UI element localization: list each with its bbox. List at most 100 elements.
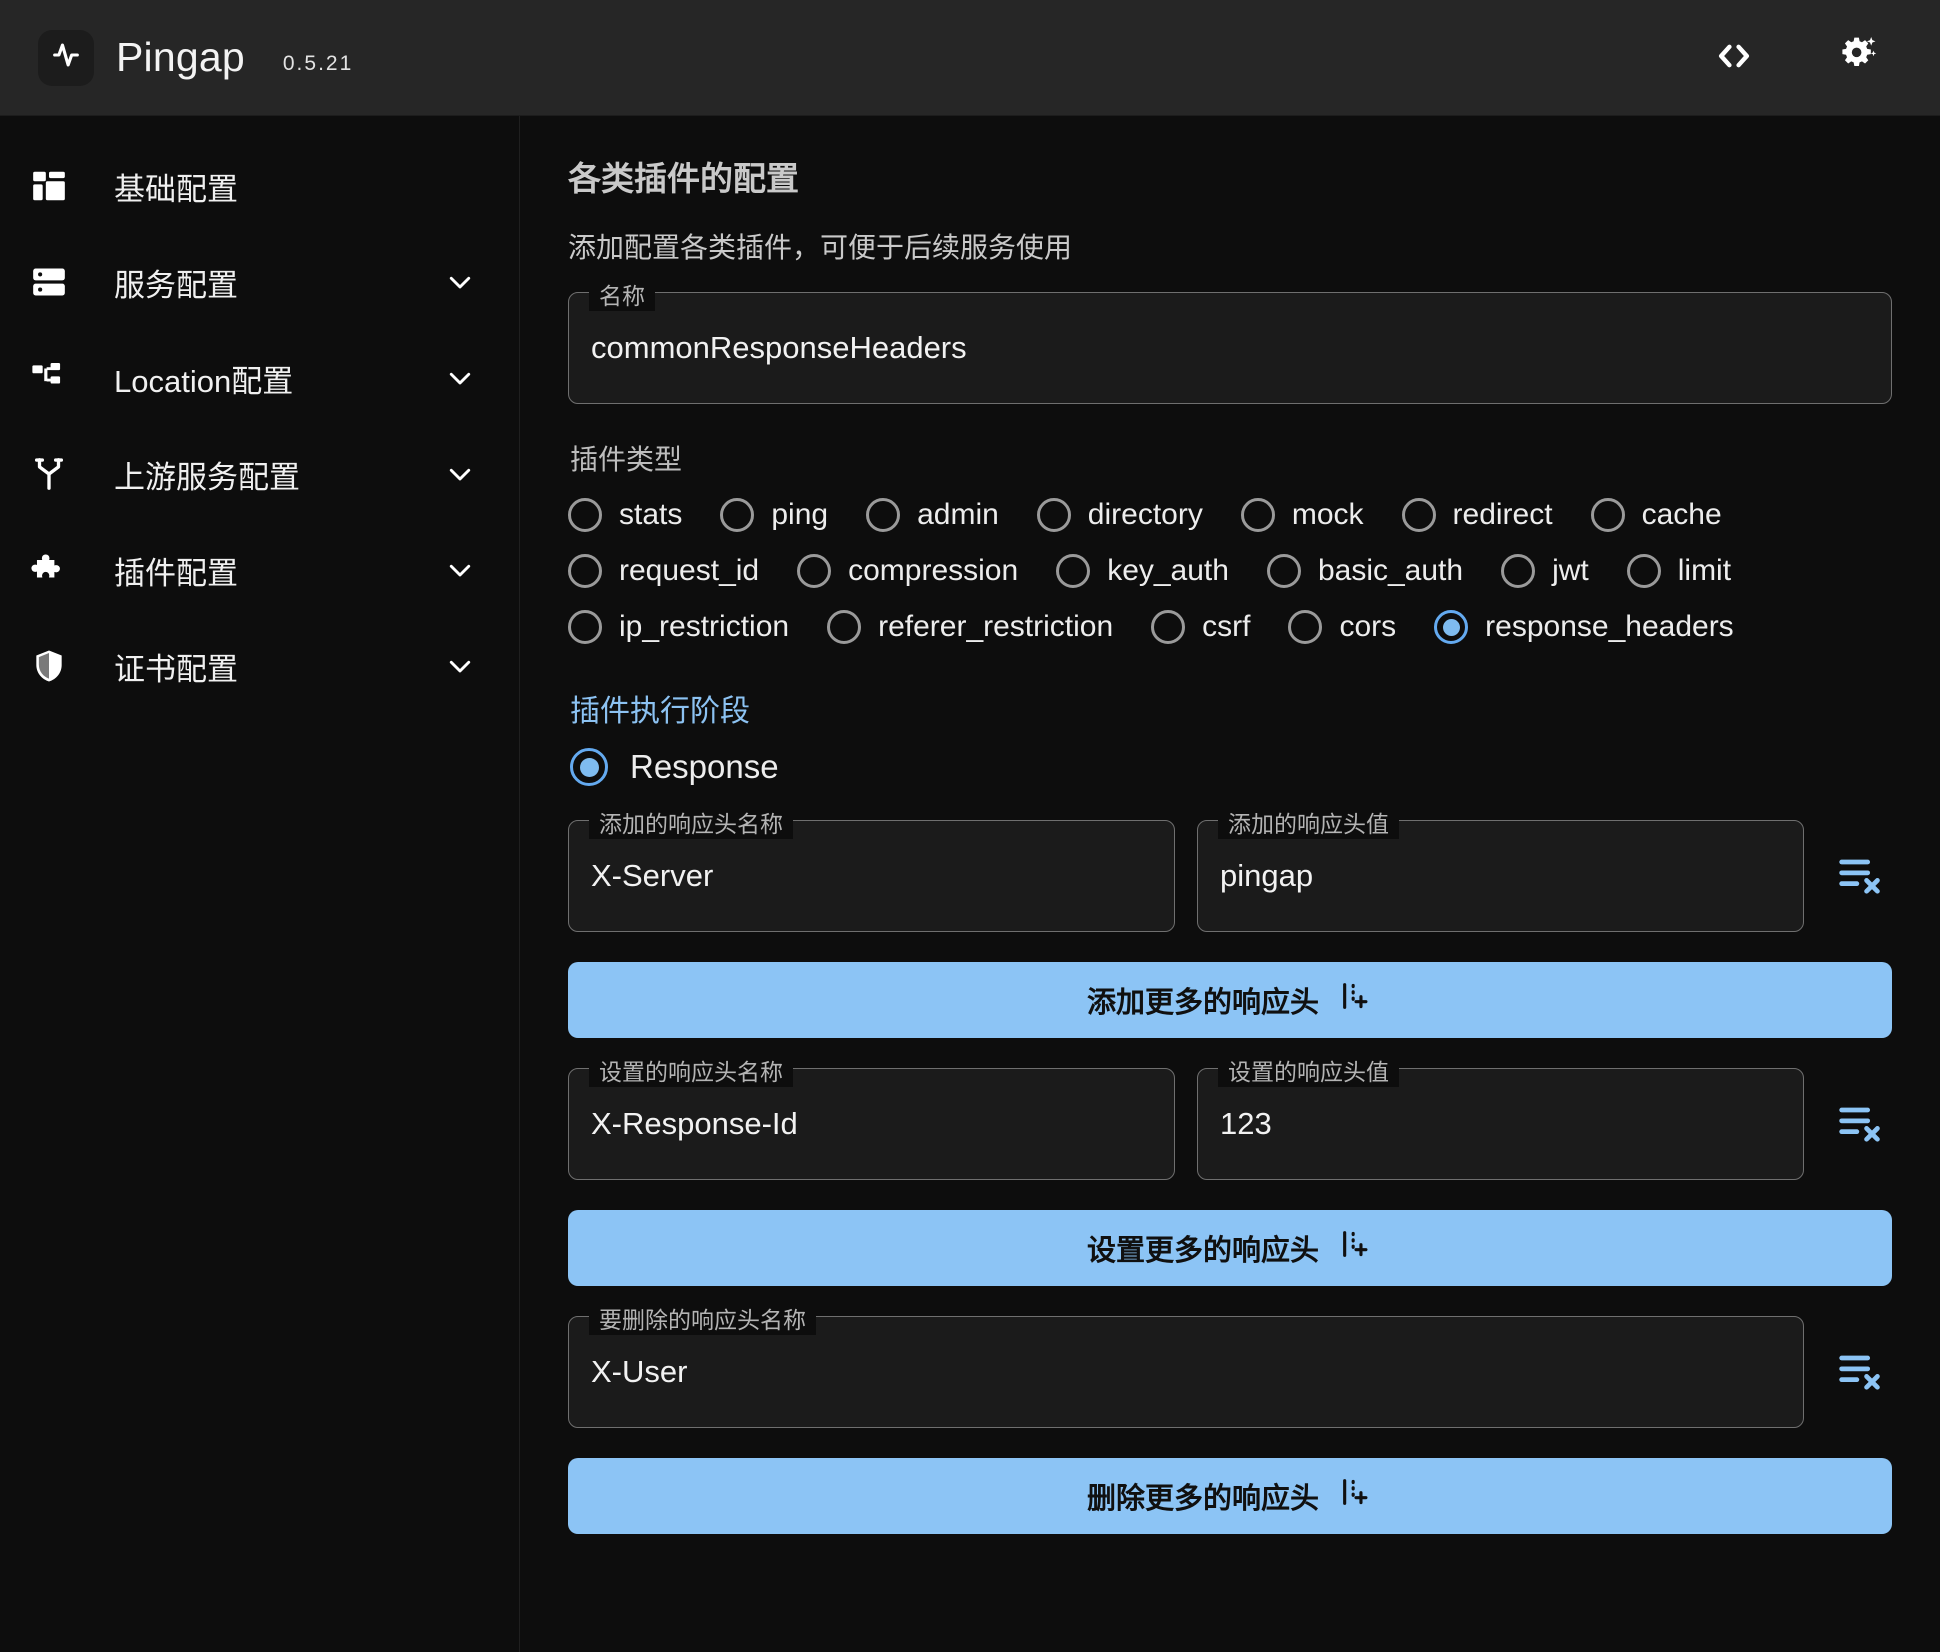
code-view-button[interactable] xyxy=(1708,30,1760,85)
sidebar-item-plugin-config[interactable]: 插件配置 xyxy=(0,522,519,618)
plugin-stage-row: Response xyxy=(570,748,1892,786)
sidebar-item-upstream-config[interactable]: 上游服务配置 xyxy=(0,426,519,522)
radio-option-redirect[interactable]: redirect xyxy=(1401,498,1553,532)
puzzle-icon xyxy=(26,551,72,589)
remove-header-name-value: X-User xyxy=(591,1354,688,1389)
chevron-down-icon[interactable] xyxy=(445,363,475,393)
add-header-remove-button[interactable] xyxy=(1826,843,1892,909)
radio-option-basic_auth[interactable]: basic_auth xyxy=(1266,554,1464,588)
sidebar-item-certificate-config[interactable]: 证书配置 xyxy=(0,618,519,714)
radio-option-label: basic_auth xyxy=(1317,554,1464,587)
radio-option-label: cors xyxy=(1339,610,1397,643)
radio-option-directory[interactable]: directory xyxy=(1036,498,1203,532)
app-logo xyxy=(38,29,94,86)
add-more-headers-button[interactable]: 添加更多的响应头 xyxy=(568,962,1892,1038)
sidebar-item-location-config[interactable]: Location配置 xyxy=(0,330,519,426)
sidebar-item-service-config[interactable]: 服务配置 xyxy=(0,234,519,330)
set-header-value-field[interactable]: 设置的响应头值 123 xyxy=(1197,1053,1804,1180)
settings-button[interactable] xyxy=(1830,29,1884,86)
dashboard-icon xyxy=(26,167,72,205)
add-header-value-field[interactable]: 添加的响应头值 pingap xyxy=(1197,805,1804,932)
remove-header-row: 要删除的响应头名称 X-User xyxy=(568,1301,1892,1428)
radio-option-csrf[interactable]: csrf xyxy=(1151,610,1250,644)
plugin-name-label: 名称 xyxy=(589,277,655,311)
radio-option-key_auth[interactable]: key_auth xyxy=(1056,554,1229,588)
radio-option-label: response_headers xyxy=(1485,610,1734,643)
radio-option-label: stats xyxy=(619,498,683,531)
radio-unchecked-icon xyxy=(1288,610,1323,644)
set-more-headers-button[interactable]: 设置更多的响应头 xyxy=(568,1210,1892,1286)
gear-sparkles-icon xyxy=(1834,33,1880,82)
add-header-name-value: X-Server xyxy=(591,858,714,893)
radio-unchecked-icon xyxy=(1240,498,1275,532)
sidebar-item-label: 基础配置 xyxy=(114,171,238,207)
chevron-down-icon[interactable] xyxy=(445,267,475,297)
plugin-name-field[interactable]: 名称 commonResponseHeaders xyxy=(568,277,1892,404)
radio-unchecked-icon xyxy=(797,554,832,588)
list-plus-icon xyxy=(1339,1475,1373,1517)
top-bar: Pingap 0.5.21 xyxy=(0,0,1940,116)
set-header-remove-button[interactable] xyxy=(1826,1091,1892,1157)
page-title: 各类插件的配置 xyxy=(568,160,799,197)
radio-option-label: referer_restriction xyxy=(878,610,1114,643)
brand: Pingap 0.5.21 xyxy=(38,29,353,86)
list-x-icon xyxy=(1833,1345,1885,1400)
radio-option-ip_restriction[interactable]: ip_restriction xyxy=(568,610,789,644)
sidebar-item-label: 证书配置 xyxy=(114,651,238,687)
radio-option-limit[interactable]: limit xyxy=(1626,554,1732,588)
radio-option-jwt[interactable]: jwt xyxy=(1501,554,1589,588)
radio-option-label: ip_restriction xyxy=(619,610,790,643)
set-header-row: 设置的响应头名称 X-Response-Id 设置的响应头值 123 xyxy=(568,1053,1892,1180)
remove-header-name-field[interactable]: 要删除的响应头名称 X-User xyxy=(568,1301,1804,1428)
remove-header-remove-button[interactable] xyxy=(1826,1339,1892,1405)
radio-option-label: key_auth xyxy=(1107,554,1229,587)
sidebar-item-basic-config[interactable]: 基础配置 xyxy=(0,138,519,234)
radio-option-cache[interactable]: cache xyxy=(1590,498,1722,532)
radio-unchecked-icon xyxy=(1036,498,1071,532)
radio-unchecked-icon xyxy=(1151,610,1186,644)
page-subtitle: 添加配置各类插件，可便于后续服务使用 xyxy=(568,232,1073,263)
radio-option-label: redirect xyxy=(1452,498,1553,531)
radio-option-response_headers[interactable]: response_headers xyxy=(1434,610,1734,644)
chevron-down-icon[interactable] xyxy=(445,459,475,489)
app-root: Pingap 0.5.21 基础配置 服务配置 Location配置 上游服务配… xyxy=(0,0,1940,1652)
sidebar-item-label: 上游服务配置 xyxy=(114,459,300,495)
chevron-down-icon[interactable] xyxy=(445,651,475,681)
radio-option-request_id[interactable]: request_id xyxy=(568,554,759,588)
sidebar-item-label: 插件配置 xyxy=(114,555,238,591)
radio-option-label: jwt xyxy=(1552,554,1589,587)
set-header-name-field[interactable]: 设置的响应头名称 X-Response-Id xyxy=(568,1053,1175,1180)
git-branch-icon xyxy=(26,455,72,493)
radio-unchecked-icon xyxy=(1501,554,1536,588)
plugin-type-label: 插件类型 xyxy=(570,444,683,475)
radio-option-label: compression xyxy=(848,554,1019,587)
radio-checked-icon xyxy=(1434,610,1469,644)
radio-option-referer_restriction[interactable]: referer_restriction xyxy=(827,610,1113,644)
radio-option-response[interactable]: Response xyxy=(570,748,779,786)
plugin-type-row-2: request_id compression key_auth basic_auth j… xyxy=(568,554,1892,588)
radio-option-cors[interactable]: cors xyxy=(1288,610,1396,644)
radio-unchecked-icon xyxy=(568,610,602,644)
remove-header-name-label: 要删除的响应头名称 xyxy=(589,1301,816,1335)
radio-option-stats[interactable]: stats xyxy=(568,498,682,532)
radio-option-compression[interactable]: compression xyxy=(797,554,1018,588)
add-header-row: 添加的响应头名称 X-Server 添加的响应头值 pingap xyxy=(568,805,1892,932)
network-tree-icon xyxy=(26,359,72,397)
shield-icon xyxy=(26,647,72,685)
add-more-headers-label: 添加更多的响应头 xyxy=(1086,987,1319,1019)
add-header-name-field[interactable]: 添加的响应头名称 X-Server xyxy=(568,805,1175,932)
app-title: Pingap xyxy=(116,34,245,80)
plugin-type-row-1: stats ping admin directory mock redirect cache xyxy=(568,498,1892,532)
radio-option-mock[interactable]: mock xyxy=(1240,498,1364,532)
plugin-name-value: commonResponseHeaders xyxy=(591,330,967,365)
remove-more-headers-button[interactable]: 删除更多的响应头 xyxy=(568,1458,1892,1534)
radio-option-label: limit xyxy=(1677,554,1732,587)
radio-unchecked-icon xyxy=(1626,554,1661,588)
code-brackets-icon xyxy=(1712,34,1756,81)
radio-option-label: Response xyxy=(630,748,779,785)
radio-option-admin[interactable]: admin xyxy=(866,498,999,532)
radio-option-ping[interactable]: ping xyxy=(720,498,828,532)
add-header-value-value: pingap xyxy=(1220,858,1314,893)
radio-unchecked-icon xyxy=(568,498,602,532)
chevron-down-icon[interactable] xyxy=(445,555,475,585)
